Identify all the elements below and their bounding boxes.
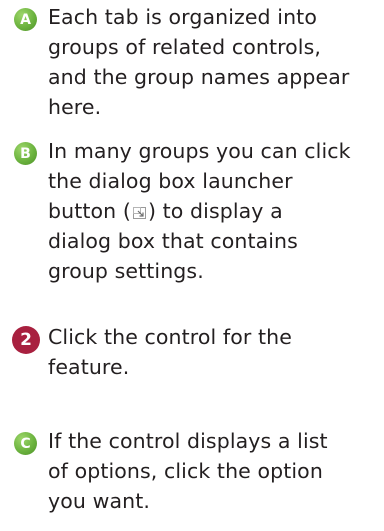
step-2: 2 Click the control for the feature. xyxy=(12,322,378,382)
text-line: If the control displays a list xyxy=(48,429,328,453)
step-c: C If the control displays a list of opti… xyxy=(14,426,378,516)
text-line: button ( ) to display a xyxy=(48,196,351,226)
text-line: group settings. xyxy=(48,259,204,283)
text-line: groups of related controls, xyxy=(48,35,321,59)
dialog-box-launcher-icon xyxy=(132,207,146,219)
text-fragment: ) to display a xyxy=(147,199,283,223)
step-a: A Each tab is organized into groups of r… xyxy=(14,2,378,122)
text-line: dialog box that contains xyxy=(48,229,298,253)
instruction-page: A Each tab is organized into groups of r… xyxy=(0,0,384,531)
text-line: and the group names appear xyxy=(48,65,350,89)
step-badge-c: C xyxy=(14,432,37,455)
step-b-text: In many groups you can click the dialog … xyxy=(48,136,351,286)
text-line: of options, click the option xyxy=(48,459,323,483)
step-badge-2: 2 xyxy=(12,326,40,354)
text-line: Each tab is organized into xyxy=(48,5,317,29)
text-line: feature. xyxy=(48,355,130,379)
text-fragment: button ( xyxy=(48,199,131,223)
text-line: Click the control for the xyxy=(48,325,292,349)
step-badge-b: B xyxy=(14,142,37,165)
step-b: B In many groups you can click the dialo… xyxy=(14,136,378,286)
text-line: In many groups you can click xyxy=(48,139,351,163)
text-line: you want. xyxy=(48,489,150,513)
step-2-text: Click the control for the feature. xyxy=(48,322,292,382)
step-c-text: If the control displays a list of option… xyxy=(48,426,328,516)
step-a-text: Each tab is organized into groups of rel… xyxy=(48,2,349,122)
text-line: here. xyxy=(48,95,102,119)
text-line: the dialog box launcher xyxy=(48,169,293,193)
step-badge-a: A xyxy=(14,8,37,31)
